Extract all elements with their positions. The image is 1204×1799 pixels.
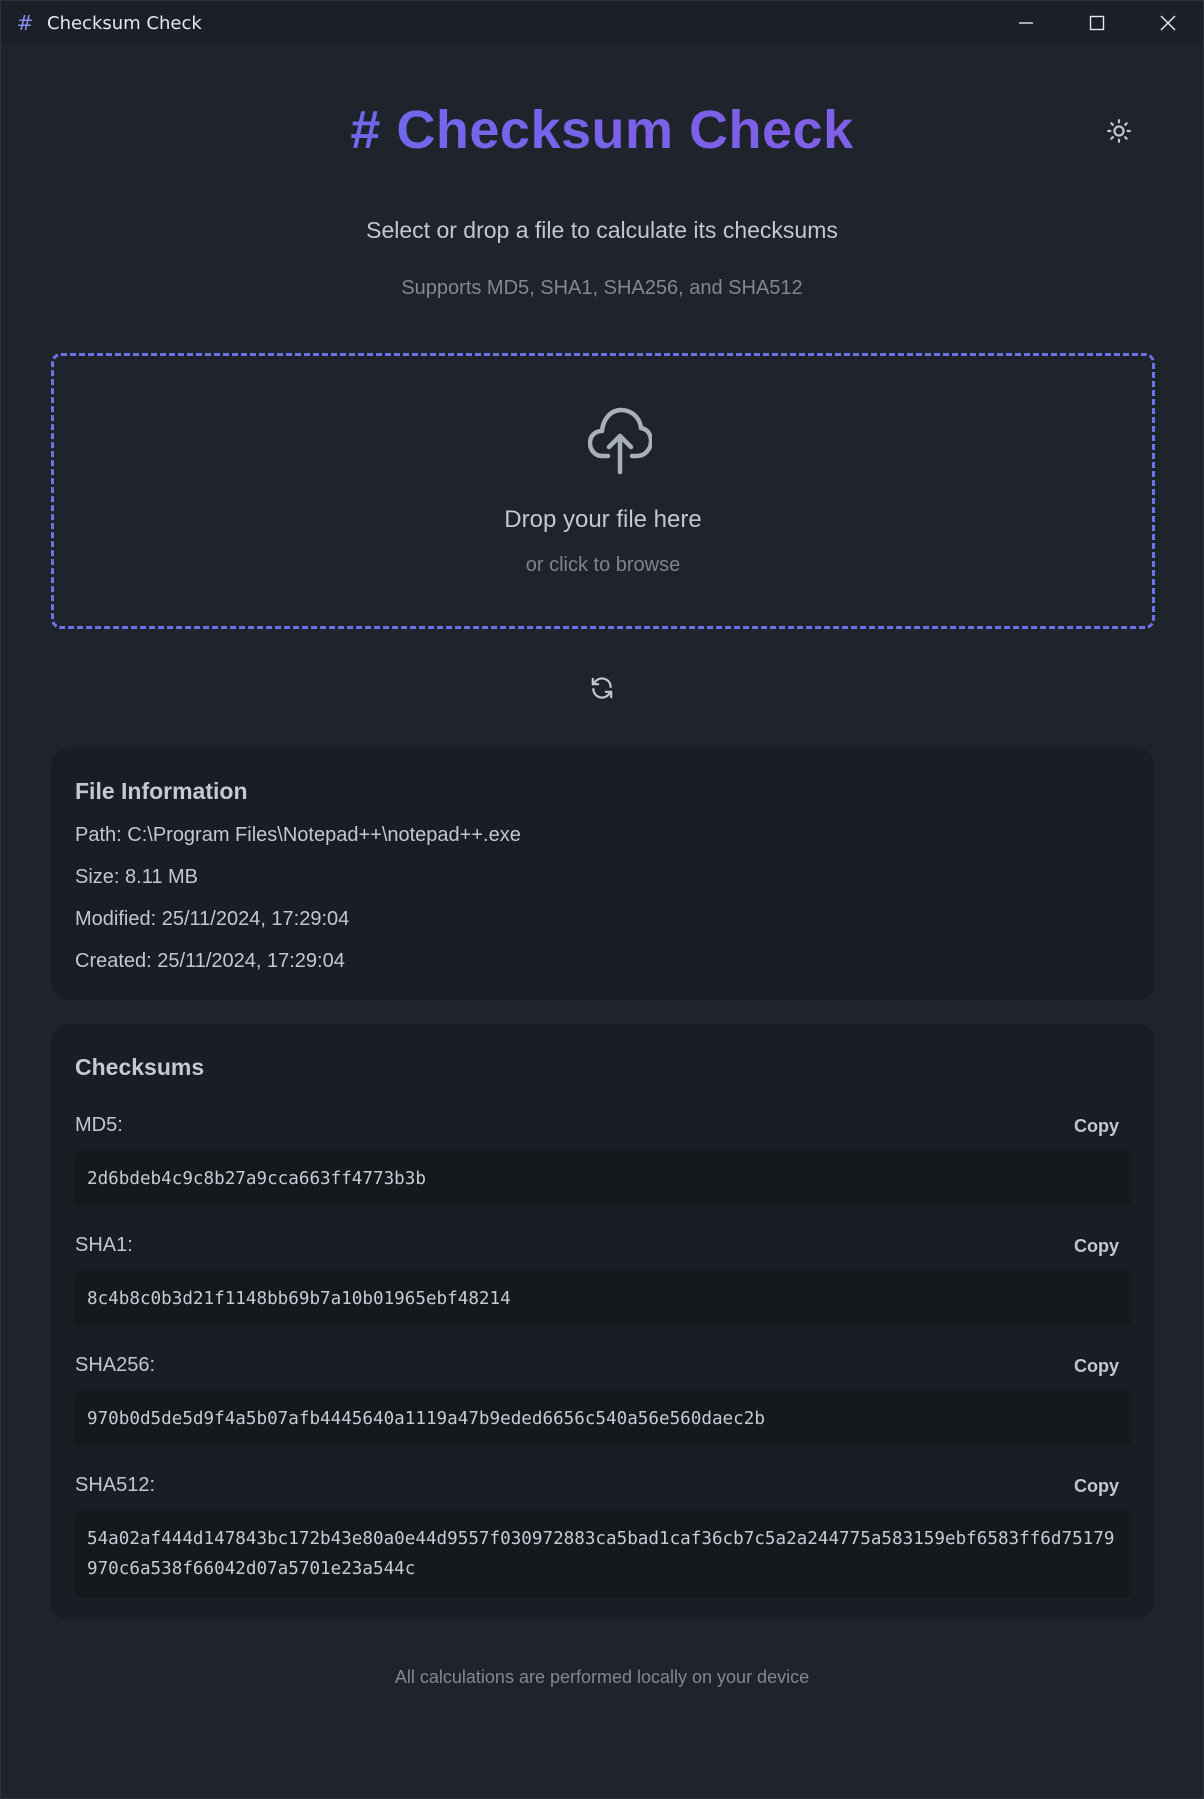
title-bar[interactable]: # Checksum Check [1, 1, 1203, 45]
sha512-label: SHA512: [75, 1474, 156, 1496]
copy-sha1-button[interactable]: Copy [1074, 1236, 1119, 1257]
header: # Checksum Check [1, 45, 1203, 215]
checksums-heading: Checksums [75, 1054, 205, 1080]
sha1-label: SHA1: [75, 1234, 133, 1256]
checksums-card: Checksums MD5: Copy 2d6bdeb4c9c8b27a9cca… [51, 1024, 1155, 1619]
file-information-heading: File Information [75, 778, 248, 804]
md5-value[interactable]: 2d6bdeb4c9c8b27a9cca663ff4773b3b [75, 1151, 1131, 1207]
file-path: Path: C:\Program Files\Notepad++\notepad… [75, 824, 521, 846]
sha512-value[interactable]: 54a02af444d147843bc172b43e80a0e44d9557f0… [75, 1511, 1131, 1597]
minimize-button[interactable] [990, 1, 1061, 45]
hash-icon: # [16, 11, 34, 35]
sha256-value[interactable]: 970b0d5de5d9f4a5b07afb4445640a1119a47b9e… [75, 1391, 1131, 1447]
file-created: Created: 25/11/2024, 17:29:04 [75, 950, 345, 972]
minimize-icon [1018, 22, 1033, 24]
supported-algorithms: Supports MD5, SHA1, SHA256, and SHA512 [401, 277, 803, 299]
dropzone-title: Drop your file here [504, 506, 702, 533]
window-controls [990, 1, 1203, 45]
refresh-icon [591, 677, 613, 699]
app-window: # Checksum Check # Checksum Check Select… [0, 0, 1204, 1799]
maximize-icon [1089, 15, 1104, 31]
close-icon [1159, 15, 1176, 31]
file-size: Size: 8.11 MB [75, 866, 199, 888]
md5-label: MD5: [75, 1114, 123, 1136]
sun-icon [1107, 119, 1131, 143]
page-title: # Checksum Check [1, 99, 1203, 161]
refresh-button[interactable] [587, 673, 617, 703]
maximize-button[interactable] [1061, 1, 1132, 45]
theme-toggle-button[interactable] [1101, 113, 1137, 149]
sha1-value[interactable]: 8c4b8c0b3d21f1148bb69b7a10b01965ebf48214 [75, 1271, 1131, 1327]
subtitle: Select or drop a file to calculate its c… [366, 217, 838, 243]
dropzone-browse-hint: or click to browse [525, 554, 681, 576]
file-modified: Modified: 25/11/2024, 17:29:04 [75, 908, 350, 930]
footer-note: All calculations are performed locally o… [394, 1667, 810, 1687]
file-information-card: File Information Path: C:\Program Files\… [51, 748, 1155, 1000]
copy-sha256-button[interactable]: Copy [1074, 1356, 1119, 1377]
copy-sha512-button[interactable]: Copy [1074, 1476, 1119, 1497]
close-button[interactable] [1132, 1, 1203, 45]
window-title: Checksum Check [47, 12, 202, 34]
copy-md5-button[interactable]: Copy [1074, 1116, 1119, 1137]
file-dropzone[interactable]: Drop your file here or click to browse [51, 353, 1155, 629]
cloud-upload-icon [588, 407, 652, 475]
sha256-label: SHA256: [75, 1354, 156, 1376]
